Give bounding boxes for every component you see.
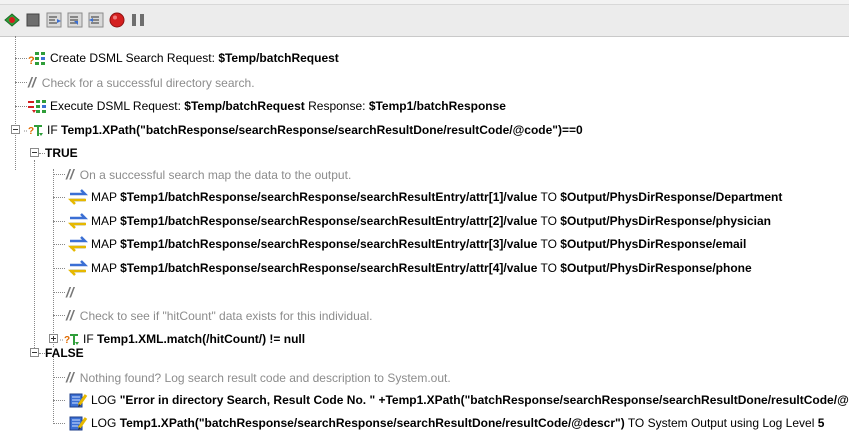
tree-connector xyxy=(15,82,27,83)
debug-toolbar xyxy=(0,4,849,37)
log-message: Temp1.XPath("batchResponse/searchRespons… xyxy=(119,416,625,430)
comment-text: Check for a successful directory search. xyxy=(41,76,255,90)
tree-row-create-request[interactable]: ? Create DSML Search Request: $Temp/batc… xyxy=(27,47,339,69)
tree-row-map-3[interactable]: MAP $Temp1/batchResponse/searchResponse/… xyxy=(68,233,746,255)
tree-row-map-4[interactable]: MAP $Temp1/batchResponse/searchResponse/… xyxy=(68,257,752,279)
map-to-keyword: TO xyxy=(537,261,561,275)
map-source: $Temp1/batchResponse/searchResponse/sear… xyxy=(120,237,538,251)
tree-connector xyxy=(53,292,65,293)
tree-row-comment-map[interactable]: // On a successful search map the data to… xyxy=(66,163,351,185)
collapse-toggle-true[interactable] xyxy=(30,148,39,157)
tree-connector xyxy=(53,197,65,198)
tree-connector xyxy=(53,423,65,424)
tree-connector xyxy=(15,106,27,107)
if-condition: Temp1.XML.match(/hitCount/) != null xyxy=(97,332,306,346)
tree-row-map-2[interactable]: MAP $Temp1/batchResponse/searchResponse/… xyxy=(68,210,771,232)
execute-response-label: Response: xyxy=(304,99,369,113)
svg-text:?: ? xyxy=(28,126,34,137)
log-destination: TO System Output using Log Level xyxy=(624,416,818,430)
map-target: $Output/PhysDirResponse/Department xyxy=(560,190,783,204)
tree-row-log-2[interactable]: LOG Temp1.XPath("batchResponse/searchRes… xyxy=(68,412,824,434)
map-to-keyword: TO xyxy=(537,214,561,228)
tree-row-if-hitcount[interactable]: ? IF Temp1.XML.match(/hitCount/) != null xyxy=(60,328,305,350)
map-target: $Output/PhysDirResponse/phone xyxy=(560,261,752,275)
map-arrows-icon xyxy=(68,259,88,276)
tree-connector xyxy=(53,174,65,175)
comment-text: Check to see if "hitCount" data exists f… xyxy=(79,309,373,323)
tree-row-comment-nothing[interactable]: // Nothing found? Log search result code … xyxy=(66,366,451,388)
tree-row-comment-check[interactable]: // Check for a successful directory searc… xyxy=(28,71,255,93)
log-level: 5 xyxy=(817,416,825,430)
tree-connector xyxy=(53,268,65,269)
create-request-label: Create DSML Search Request: xyxy=(50,51,219,65)
script-tree: ? Create DSML Search Request: $Temp/batc… xyxy=(0,36,849,431)
comment-text: Nothing found? Log search result code an… xyxy=(79,371,451,385)
map-arrows-icon xyxy=(68,235,88,252)
tree-row-false[interactable]: FALSE xyxy=(45,342,84,364)
collapse-toggle-if[interactable] xyxy=(11,125,20,134)
map-to-keyword: TO xyxy=(537,237,561,251)
log-notepad-icon xyxy=(69,393,88,408)
map-arrows-icon xyxy=(68,212,88,229)
comment-icon: // xyxy=(66,166,74,182)
create-request-value: $Temp/batchRequest xyxy=(218,51,339,65)
tree-row-comment-empty[interactable]: // xyxy=(66,281,80,303)
log-keyword: LOG xyxy=(91,416,120,430)
map-keyword: MAP xyxy=(91,190,121,204)
tree-row-execute-request[interactable]: Execute DSML Request: $Temp/batchRequest… xyxy=(27,95,506,117)
map-target: $Output/PhysDirResponse/physician xyxy=(560,214,772,228)
tree-row-log-1[interactable]: LOG "Error in directory Search, Result C… xyxy=(68,389,849,411)
svg-text:?: ? xyxy=(28,55,35,66)
execute-label: Execute DSML Request: xyxy=(50,99,185,113)
map-source: $Temp1/batchResponse/searchResponse/sear… xyxy=(120,261,538,275)
map-arrows-icon xyxy=(68,188,88,205)
if-keyword: IF xyxy=(47,123,61,137)
pause-icon[interactable] xyxy=(129,11,147,29)
comment-icon: // xyxy=(66,307,74,323)
comment-icon: // xyxy=(66,369,74,385)
tree-connector xyxy=(53,315,65,316)
if-condition-icon: ? xyxy=(24,124,43,137)
if-condition: Temp1.XPath("batchResponse/searchRespons… xyxy=(61,123,583,137)
execute-request-value: $Temp/batchRequest xyxy=(184,99,305,113)
tree-guide-true xyxy=(53,169,54,347)
tree-guide-root xyxy=(15,36,16,170)
map-keyword: MAP xyxy=(91,214,121,228)
tree-connector xyxy=(53,377,65,378)
create-request-icon: ? xyxy=(28,51,45,66)
tree-row-true[interactable]: TRUE xyxy=(45,142,78,164)
tree-guide-false xyxy=(53,354,54,424)
map-to-keyword: TO xyxy=(537,190,561,204)
step-out-icon[interactable] xyxy=(87,11,105,29)
execute-response-value: $Temp1/batchResponse xyxy=(368,99,506,113)
comment-text: On a successful search map the data to t… xyxy=(79,168,352,182)
map-keyword: MAP xyxy=(91,261,121,275)
log-notepad-icon xyxy=(69,416,88,431)
comment-icon: // xyxy=(66,284,74,300)
tree-guide-if xyxy=(34,160,35,356)
stop-square-icon[interactable] xyxy=(24,11,42,29)
tree-row-if-main[interactable]: ? IF Temp1.XPath("batchResponse/searchRe… xyxy=(24,119,583,141)
execute-request-icon xyxy=(28,99,46,113)
tree-row-map-1[interactable]: MAP $Temp1/batchResponse/searchResponse/… xyxy=(68,186,782,208)
map-source: $Temp1/batchResponse/searchResponse/sear… xyxy=(120,214,538,228)
green-run-icon[interactable] xyxy=(3,11,21,29)
map-keyword: MAP xyxy=(91,237,121,251)
log-keyword: LOG xyxy=(91,393,120,407)
tree-connector xyxy=(53,244,65,245)
tree-row-comment-hitcount[interactable]: // Check to see if "hitCount" data exists… xyxy=(66,304,372,326)
map-source: $Temp1/batchResponse/searchResponse/sear… xyxy=(120,190,538,204)
comment-icon: // xyxy=(28,74,36,90)
step-over-icon[interactable] xyxy=(45,11,63,29)
map-target: $Output/PhysDirResponse/email xyxy=(560,237,747,251)
collapse-toggle-false[interactable] xyxy=(30,348,39,357)
log-message: "Error in directory Search, Result Code … xyxy=(119,393,849,407)
record-icon[interactable] xyxy=(108,11,126,29)
tree-connector xyxy=(53,221,65,222)
tree-connector xyxy=(15,58,27,59)
step-into-icon[interactable] xyxy=(66,11,84,29)
tree-connector xyxy=(53,400,65,401)
if-keyword: IF xyxy=(83,332,97,346)
